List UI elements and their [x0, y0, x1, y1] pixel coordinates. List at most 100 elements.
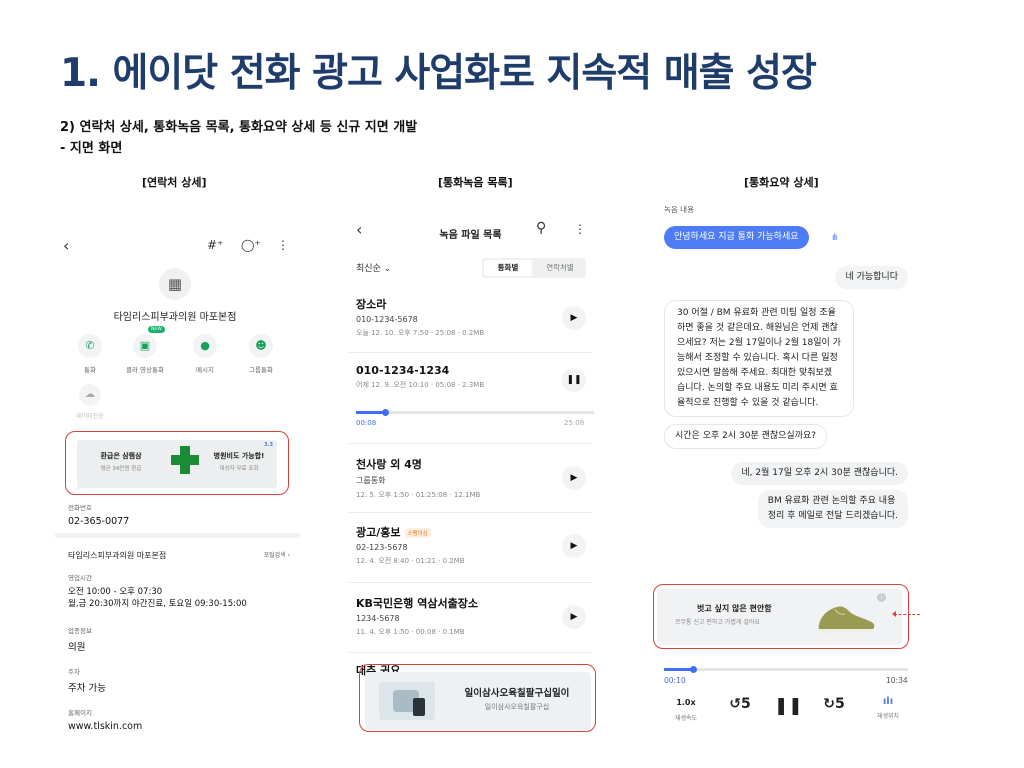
list-divider	[348, 582, 593, 583]
waveform-icon: ılı	[882, 696, 894, 707]
recording-item[interactable]: 장소라 010-1234-5678 오늘 12. 10. 오후 7:50 · 2…	[356, 296, 594, 338]
recording-phone: 02-123-5678	[356, 543, 408, 552]
arrow-icon	[892, 611, 920, 617]
recording-phone: 010-1234-5678	[356, 315, 418, 324]
more-icon[interactable]: ⋮	[574, 222, 586, 236]
playback-total: 25:08	[564, 419, 585, 427]
highlight-box-contact-ad	[65, 431, 289, 495]
action-group-call[interactable]: ☻ 그룹통화	[234, 334, 288, 374]
search-icon[interactable]: ⚲	[536, 220, 546, 236]
message-icon: ●	[193, 334, 217, 358]
pause-button[interactable]: ❚❚	[774, 696, 803, 716]
recording-meta: 11. 4. 오후 1:50 · 00:08 · 0.1MB	[356, 628, 465, 636]
section-label-recordings: [통화녹음 목록]	[438, 176, 513, 189]
pause-icon: ❚❚	[774, 696, 803, 716]
building-icon: ▦	[159, 268, 191, 300]
phone-number[interactable]: 02-365-0077	[68, 516, 288, 527]
bubble-line: 율적으로 진행할 수 있을 것 같습니다.	[677, 398, 819, 408]
list-divider	[348, 512, 593, 513]
speed-label: 재생속도	[674, 715, 698, 722]
section-divider	[55, 533, 300, 538]
portal-search-label: 포털검색	[263, 552, 286, 559]
recording-item[interactable]: 010-1234-1234 어제 12. 9. 오전 10:10 · 05:08…	[356, 364, 594, 392]
playback-knob[interactable]	[690, 666, 698, 673]
business-row: 타임리스피부과의원 마포본점 포털검색 ›	[68, 550, 290, 561]
tab-by-contact[interactable]: 연락처별	[536, 260, 584, 276]
new-badge: NEW	[148, 326, 165, 333]
back-icon[interactable]: ‹	[63, 236, 69, 255]
action-video-call[interactable]: ▣ NEW 클라 영상통화	[118, 326, 172, 374]
recording-item[interactable]: 천사랑 외 4명 그룹통화 12. 5. 오후 1:50 · 01:25:08 …	[356, 456, 594, 500]
more-icon[interactable]: ⋮	[277, 238, 289, 252]
play-icon[interactable]: ▶	[562, 534, 586, 558]
recording-meta: 12. 4. 오전 8:40 · 01:21 · 0.2MB	[356, 557, 465, 565]
bubble-line: 30 어절 / BM 유료화 관련 미팅 일정 조율	[677, 308, 836, 318]
play-icon[interactable]: ▶	[562, 306, 586, 330]
tab-by-call[interactable]: 통화별	[484, 260, 532, 276]
recording-name: 010-1234-1234	[356, 364, 450, 377]
action-label: 그룹통화	[249, 366, 273, 374]
list-divider	[348, 652, 593, 653]
add-contact-icon[interactable]: ◯⁺	[241, 238, 261, 252]
play-icon[interactable]: ▶	[562, 466, 586, 490]
playback-progress-fill	[356, 411, 385, 414]
bubble-line: 능해서 조정할 수 있습니다. 혹시 다른 일정	[677, 353, 838, 363]
recording-meta: 어제 12. 9. 오전 10:10 · 05:08 · 2.3MB	[356, 381, 485, 389]
phone-label: 전화번호	[68, 504, 92, 512]
pause-icon[interactable]: ❚❚	[562, 368, 586, 392]
group-icon: ☻	[249, 334, 273, 358]
segment-control: 통화별 연락처별	[482, 258, 586, 278]
list-divider	[348, 352, 593, 353]
bubble-line: BM 유료화 관련 논의할 주요 내용	[767, 496, 896, 506]
data-icon: ☁	[79, 384, 101, 406]
contact-topbar: ‹ #⁺ ◯⁺ ⋮	[55, 236, 295, 256]
speed-icon: 1.0x	[676, 698, 696, 707]
waveform-button[interactable]: ılı 재생위치	[872, 696, 904, 720]
recording-item[interactable]: KB국민은행 역삼서출장소 1234-5678 11. 4. 오후 1:50 ·…	[356, 595, 594, 637]
forward-5-button[interactable]: ↻5	[822, 696, 846, 712]
bubble-line: 정리 후 메일로 전달 드리겠습니다.	[767, 511, 898, 521]
bubble-line: 습니다. 논의할 주요 내용도 미리 주시면 효	[677, 383, 838, 393]
chat-bubble: 네, 2월 17일 오후 2시 30분 괜찮습니다.	[731, 462, 908, 485]
bubble-line: 으세요? 저는 2월 17일이나 2월 18일이 가	[677, 338, 841, 348]
play-icon[interactable]: ▶	[562, 605, 586, 629]
call-summary-screen: 녹음 내용 안녕하세요 지금 통화 가능하세요 ılı 네 가능합니다 30 어…	[650, 196, 920, 736]
rewind-5-icon: ↺5	[729, 696, 751, 712]
playback-progress[interactable]	[664, 666, 908, 673]
playback-knob[interactable]	[381, 409, 389, 416]
playback-total: 10:34	[886, 676, 908, 685]
chat-bubble: 안녕하세요 지금 통화 가능하세요	[664, 226, 809, 249]
sort-dropdown[interactable]: 최신순 ⌄	[356, 261, 391, 274]
playback-progress[interactable]	[356, 409, 594, 416]
subtitle-line-2: - 지면 화면	[60, 141, 123, 156]
speed-button[interactable]: 1.0x 재생속도	[670, 696, 702, 722]
highlight-box-recording-ad	[359, 664, 596, 732]
recording-header: ‹ 녹음 파일 목록 ⚲ ⋮	[348, 214, 593, 250]
recording-phone: 1234-5678	[356, 614, 400, 623]
category-info: 업종정보 의원	[68, 625, 288, 653]
forward-5-icon: ↻5	[823, 696, 845, 712]
hours-line-1: 오전 10:00 - 오후 07:30	[68, 587, 163, 597]
category-value: 의원	[68, 642, 86, 653]
spam-badge: 스팸의심	[404, 528, 431, 538]
chat-bubble-long: 30 어절 / BM 유료화 관련 미팅 일정 조율 하면 좋을 것 같은데요.…	[664, 300, 854, 417]
section-label-contact: [연락처 상세]	[142, 176, 207, 189]
hours-info: 영업시간 오전 10:00 - 오후 07:30 월,금 20:30까지 야간진…	[68, 572, 288, 610]
recording-meta: 오늘 12. 10. 오후 7:50 · 25:08 · 0.2MB	[356, 329, 485, 337]
dialpad-add-icon[interactable]: #⁺	[207, 238, 223, 252]
action-label: 통화	[84, 366, 96, 374]
portal-search-link[interactable]: 포털검색 ›	[264, 550, 290, 559]
action-data-transfer[interactable]: ☁ 데이터전송	[69, 384, 111, 420]
homepage-label: 홈페이지	[68, 709, 92, 717]
action-label: 데이터전송	[76, 413, 104, 420]
action-call[interactable]: ✆ 통화	[63, 334, 117, 374]
recording-content-label: 녹음 내용	[664, 205, 694, 214]
recording-item[interactable]: 광고/홍보 스팸의심 02-123-5678 12. 4. 오전 8:40 · 0…	[356, 524, 594, 566]
action-message[interactable]: ● 메시지	[178, 334, 232, 374]
recording-phone: 그룹통화	[356, 476, 386, 485]
slide-title: 1. 에이닷 전화 광고 사업화로 지속적 매출 성장	[60, 51, 817, 96]
homepage-link[interactable]: www.tlskin.com	[68, 721, 288, 732]
rewind-5-button[interactable]: ↺5	[728, 696, 752, 712]
waveform-label: 재생위치	[876, 713, 900, 720]
waveform-icon: ılı	[832, 233, 837, 243]
